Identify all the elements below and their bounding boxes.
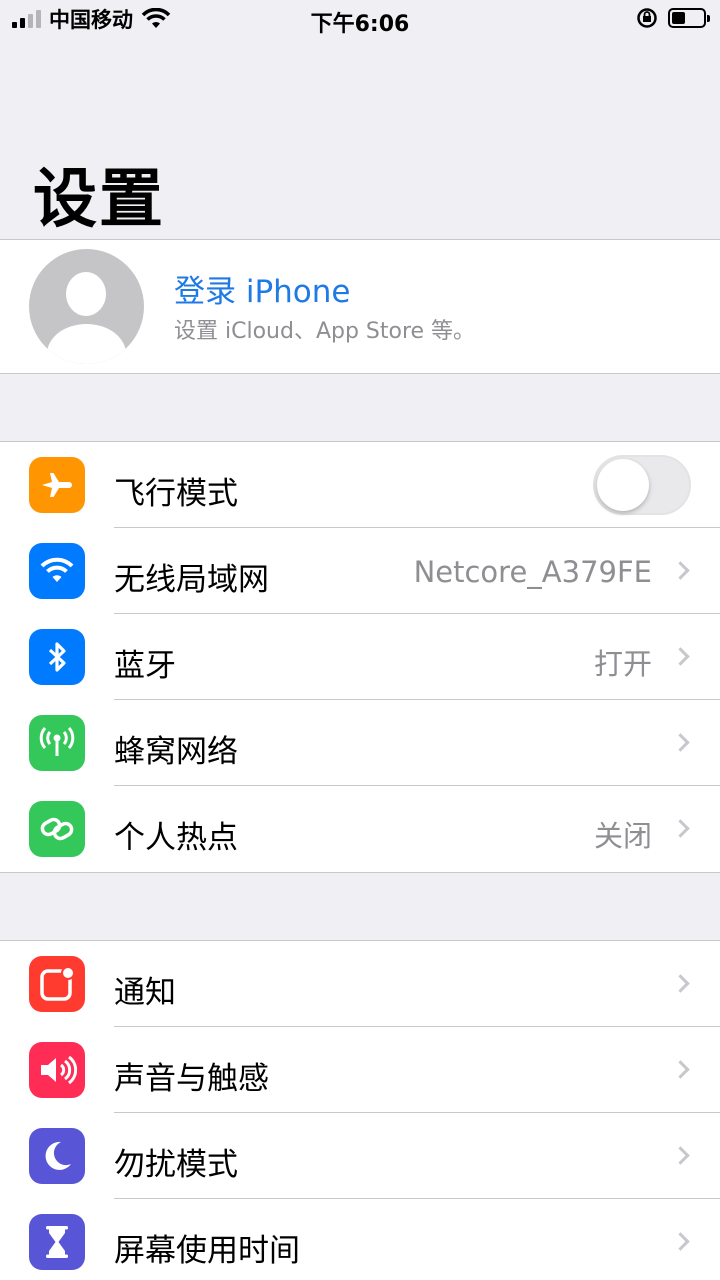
row-airplane-mode: 飞行模式	[0, 442, 720, 528]
moon-icon	[29, 1128, 85, 1184]
status-time: 下午6:06	[310, 12, 410, 37]
chevron-right-icon	[671, 1060, 690, 1079]
row-label: 屏幕使用时间	[114, 1233, 300, 1269]
notification-icon	[29, 956, 85, 1012]
row-notifications[interactable]: 通知	[0, 941, 720, 1027]
row-sounds-haptics[interactable]: 声音与触感	[0, 1027, 720, 1113]
profile-name: 登录 iPhone	[174, 274, 351, 310]
chevron-right-icon	[671, 1146, 690, 1165]
row-value: Netcore_A379FE	[413, 555, 652, 589]
chevron-right-icon	[671, 1232, 690, 1251]
row-cellular[interactable]: 蜂窝网络	[0, 700, 720, 786]
row-label: 通知	[114, 975, 176, 1011]
airplane-mode-toggle[interactable]	[593, 455, 691, 515]
row-wifi[interactable]: 无线局域网 Netcore_A379FE	[0, 528, 720, 614]
row-personal-hotspot[interactable]: 个人热点 关闭	[0, 786, 720, 872]
chevron-right-icon	[671, 819, 690, 838]
bluetooth-icon	[29, 629, 85, 685]
row-label: 蜂窝网络	[114, 734, 238, 770]
profile-subtitle: 设置 iCloud、App Store 等。	[174, 319, 476, 344]
row-bluetooth[interactable]: 蓝牙 打开	[0, 614, 720, 700]
hotspot-link-icon	[29, 801, 85, 857]
row-do-not-disturb[interactable]: 勿扰模式	[0, 1113, 720, 1199]
row-value: 打开	[593, 647, 652, 681]
toggle-knob	[597, 459, 649, 511]
row-label: 声音与触感	[114, 1061, 269, 1097]
row-screen-time[interactable]: 屏幕使用时间	[0, 1199, 720, 1280]
chevron-right-icon	[671, 733, 690, 752]
row-label: 无线局域网	[114, 562, 269, 598]
settings-group-connectivity: 飞行模式 无线局域网 Netcore_A379FE 蓝牙 打开 蜂窝网络 个人热…	[0, 441, 720, 873]
chevron-right-icon	[671, 561, 690, 580]
wifi-icon	[29, 543, 85, 599]
speaker-icon	[29, 1042, 85, 1098]
row-label: 个人热点	[114, 820, 238, 856]
hourglass-icon	[29, 1214, 85, 1270]
row-label: 勿扰模式	[114, 1147, 238, 1183]
status-right	[636, 7, 710, 29]
chevron-right-icon	[671, 974, 690, 993]
profile-row[interactable]	[0, 239, 720, 374]
chevron-right-icon	[671, 647, 690, 666]
row-label: 蓝牙	[114, 648, 176, 684]
settings-group-notifications: 通知 声音与触感 勿扰模式 屏幕使用时间	[0, 940, 720, 1280]
battery-icon	[668, 8, 710, 28]
airplane-icon	[29, 457, 85, 513]
page-title: 设置	[33, 163, 165, 237]
avatar-icon	[29, 249, 144, 364]
settings-screen: 中国移动 下午6:06 设置 登录 iPhone 设置 iCloud、App S…	[0, 0, 720, 1280]
cellular-antenna-icon	[29, 715, 85, 771]
row-label: 飞行模式	[114, 476, 238, 512]
row-value: 关闭	[593, 819, 652, 853]
orientation-lock-icon	[637, 8, 657, 28]
status-bar: 中国移动 下午6:06	[0, 0, 720, 40]
